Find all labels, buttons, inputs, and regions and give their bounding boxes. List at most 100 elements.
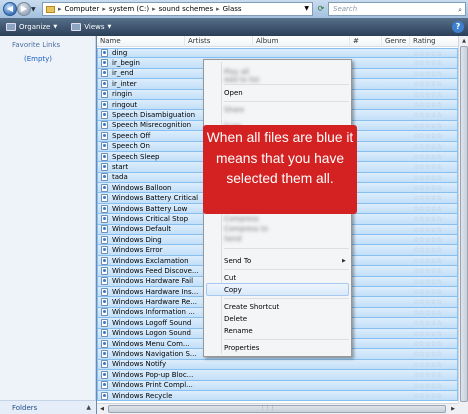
address-dropdown-icon[interactable]: ▼ [304, 5, 309, 12]
breadcrumb-separator-icon[interactable]: ▸ [152, 5, 156, 13]
forward-arrow-icon[interactable]: ▶ [17, 2, 31, 16]
column-header-album[interactable]: Album [253, 36, 350, 47]
scroll-left-icon[interactable]: ◀ [97, 404, 107, 414]
file-name: Windows Exclamation [112, 256, 189, 265]
menu-item-properties[interactable]: Properties [224, 342, 259, 354]
scroll-up-icon[interactable]: ▲ [459, 36, 468, 46]
search-icon[interactable]: ⌕ [458, 4, 462, 16]
rating-stars-icon[interactable]: ☆☆☆☆☆ [413, 267, 442, 275]
file-name: Windows Pop-up Bloc... [112, 370, 194, 379]
rating-stars-icon[interactable]: ☆☆☆☆☆ [413, 236, 442, 244]
recent-pages-chevron-icon[interactable]: ▼ [31, 6, 36, 13]
horizontal-scroll-thumb[interactable] [108, 405, 446, 413]
rating-stars-icon[interactable]: ☆☆☆☆☆ [413, 205, 442, 213]
menu-item-send-to[interactable]: Send To ▶ [224, 255, 346, 267]
vertical-scroll-thumb[interactable] [460, 46, 468, 402]
file-name: Windows Battery Low [112, 204, 188, 213]
breadcrumb-separator-icon[interactable]: ▸ [58, 5, 62, 13]
file-name: Windows Menu Com... [112, 339, 190, 348]
file-name: Windows Battery Critical [112, 194, 199, 203]
breadcrumb-sound-schemes[interactable]: sound schemes [159, 5, 213, 13]
rating-stars-icon[interactable]: ☆☆☆☆☆ [413, 163, 442, 171]
rating-stars-icon[interactable]: ☆☆☆☆☆ [413, 288, 442, 296]
rating-stars-icon[interactable]: ☆☆☆☆☆ [413, 122, 442, 130]
column-name-label: Name [100, 37, 121, 45]
rating-stars-icon[interactable]: ☆☆☆☆☆ [413, 371, 442, 379]
menu-item-rename[interactable]: Rename [224, 325, 253, 337]
rating-stars-icon[interactable]: ☆☆☆☆☆ [413, 330, 442, 338]
rating-stars-icon[interactable]: ☆☆☆☆☆ [413, 382, 442, 390]
file-name: start [112, 162, 129, 171]
breadcrumb-separator-icon[interactable]: ▸ [216, 5, 220, 13]
refresh-icon[interactable]: ⟳ [315, 2, 327, 16]
rating-stars-icon[interactable]: ☆☆☆☆☆ [413, 361, 442, 369]
blurred-menu-item[interactable]: Share [224, 104, 244, 116]
column-header-artists[interactable]: Artists [185, 36, 253, 47]
rating-stars-icon[interactable]: ☆☆☆☆☆ [413, 153, 442, 161]
rating-stars-icon[interactable]: ☆☆☆☆☆ [413, 278, 442, 286]
audio-file-icon [101, 225, 108, 234]
rating-stars-icon[interactable]: ☆☆☆☆☆ [413, 392, 442, 400]
rating-stars-icon[interactable]: ☆☆☆☆☆ [413, 340, 442, 348]
menu-item-copy[interactable]: Copy [224, 284, 242, 296]
rating-stars-icon[interactable]: ☆☆☆☆☆ [413, 50, 442, 58]
column-header-number[interactable]: # [350, 36, 382, 47]
audio-file-icon [101, 266, 108, 275]
audio-file-icon [101, 59, 108, 68]
menu-item-open[interactable]: Open [224, 87, 243, 99]
rating-stars-icon[interactable]: ☆☆☆☆☆ [413, 59, 442, 67]
file-name: ir_begin [112, 59, 140, 68]
rating-stars-icon[interactable]: ☆☆☆☆☆ [413, 132, 442, 140]
menu-item-delete[interactable]: Delete [224, 313, 247, 325]
column-header-rating[interactable]: Rating [410, 36, 458, 47]
audio-file-icon [101, 214, 108, 223]
back-arrow-icon[interactable]: ◀ [3, 2, 17, 16]
rating-stars-icon[interactable]: ☆☆☆☆☆ [413, 309, 442, 317]
search-input[interactable]: Search ⌕ [328, 2, 466, 16]
column-header-genre[interactable]: Genre [382, 36, 410, 47]
breadcrumb-separator-icon[interactable]: ▸ [102, 5, 106, 13]
rating-stars-icon[interactable]: ☆☆☆☆☆ [413, 80, 442, 88]
views-button[interactable]: Views ▼ [71, 23, 111, 31]
rating-stars-icon[interactable]: ☆☆☆☆☆ [413, 101, 442, 109]
rating-stars-icon[interactable]: ☆☆☆☆☆ [413, 298, 442, 306]
breadcrumb-system-drive[interactable]: system (C:) [109, 5, 149, 13]
rating-stars-icon[interactable]: ☆☆☆☆☆ [413, 350, 442, 358]
rating-stars-icon[interactable]: ☆☆☆☆☆ [413, 174, 442, 182]
blurred-menu-item[interactable]: Send [224, 233, 242, 245]
file-row[interactable]: Windows Notify ☆☆☆☆☆ [97, 359, 458, 371]
breadcrumb-glass[interactable]: Glass [223, 5, 242, 13]
rating-stars-icon[interactable]: ☆☆☆☆☆ [413, 319, 442, 327]
scroll-right-icon[interactable]: ▶ [448, 404, 458, 414]
organize-label: Organize [19, 23, 51, 31]
menu-separator [224, 269, 349, 270]
rating-stars-icon[interactable]: ☆☆☆☆☆ [413, 91, 442, 99]
file-row[interactable]: Windows Pop-up Bloc... ☆☆☆☆☆ [97, 370, 458, 381]
help-icon[interactable]: ? [452, 21, 464, 33]
file-row[interactable]: Windows Recycle ☆☆☆☆☆ [97, 390, 458, 402]
column-header-name[interactable]: Name [97, 36, 185, 47]
rating-stars-icon[interactable]: ☆☆☆☆☆ [413, 70, 442, 78]
vertical-scrollbar[interactable]: ▲ [458, 36, 468, 403]
explorer-window: ◀ ▶ ▼ ▸ Computer ▸ system (C:) ▸ sound s… [0, 0, 468, 414]
audio-file-icon [101, 152, 108, 161]
menu-item-create-shortcut[interactable]: Create Shortcut [224, 301, 279, 313]
folders-toggle[interactable]: Folders ▲ [0, 400, 96, 414]
file-row[interactable]: ding ☆☆☆☆☆ [97, 48, 458, 59]
rating-stars-icon[interactable]: ☆☆☆☆☆ [413, 257, 442, 265]
audio-file-icon [101, 111, 108, 120]
audio-file-icon [101, 391, 108, 400]
rating-stars-icon[interactable]: ☆☆☆☆☆ [413, 246, 442, 254]
views-label: Views [84, 23, 105, 31]
organize-button[interactable]: Organize ▼ [6, 23, 57, 31]
rating-stars-icon[interactable]: ☆☆☆☆☆ [413, 215, 442, 223]
rating-stars-icon[interactable]: ☆☆☆☆☆ [413, 143, 442, 151]
rating-stars-icon[interactable]: ☆☆☆☆☆ [413, 111, 442, 119]
address-box[interactable]: ▸ Computer ▸ system (C:) ▸ sound schemes… [42, 2, 313, 16]
file-row[interactable]: Windows Print Compl... ☆☆☆☆☆ [97, 380, 458, 391]
breadcrumb-computer[interactable]: Computer [65, 5, 100, 13]
rating-stars-icon[interactable]: ☆☆☆☆☆ [413, 226, 442, 234]
rating-stars-icon[interactable]: ☆☆☆☆☆ [413, 184, 442, 192]
rating-stars-icon[interactable]: ☆☆☆☆☆ [413, 194, 442, 202]
horizontal-scrollbar[interactable]: ◀ ⋮⋮⋮ ▶ [97, 403, 458, 414]
